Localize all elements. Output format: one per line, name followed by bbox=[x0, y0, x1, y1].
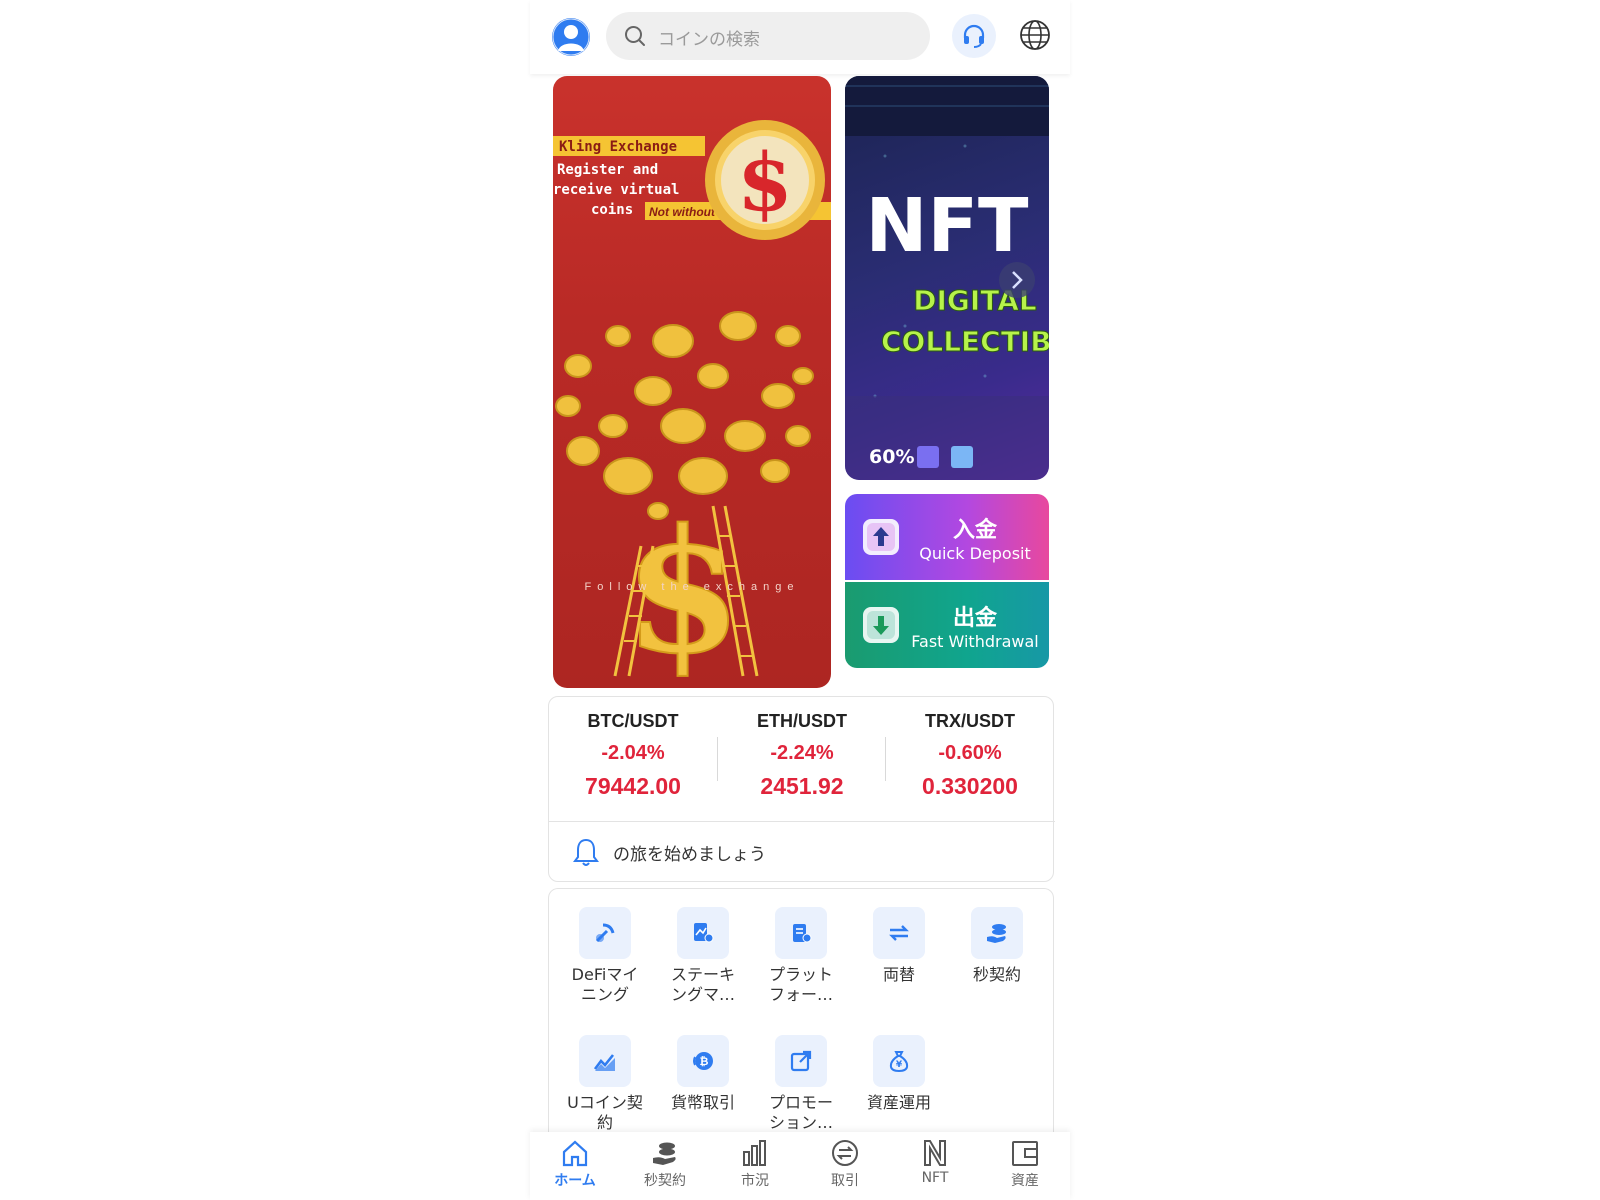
bar-chart-icon bbox=[743, 1140, 766, 1166]
top-header: コインの検索 bbox=[530, 0, 1070, 74]
seconds-contract-icon bbox=[971, 907, 1023, 959]
feature-menu-grid: DeFiマイ ニング ステーキ ングマ… プラット フォー… 両替 秒契約 Uコ… bbox=[548, 888, 1054, 1138]
menu-label: 秒契約 bbox=[972, 965, 1021, 984]
ticker-pair: BTC/USDT bbox=[587, 711, 679, 731]
quick-deposit-button[interactable]: 入金 Quick Deposit bbox=[845, 494, 1049, 580]
ticker-eth[interactable]: ETH/USDT -2.24% 2451.92 bbox=[718, 711, 886, 800]
ticker-change: -0.60% bbox=[938, 742, 1002, 764]
menu-seconds-contract[interactable]: 秒契約 bbox=[953, 907, 1041, 985]
nav-label: 秒契約 bbox=[644, 1173, 686, 1189]
bottom-nav-bar: ホーム 秒契約 市況 取引 NFT 資産 bbox=[530, 1132, 1070, 1200]
nav-label: 資産 bbox=[1011, 1173, 1039, 1189]
menu-ucoin-contract[interactable]: Uコイン契 約 bbox=[561, 1035, 649, 1133]
bell-icon bbox=[573, 838, 599, 866]
menu-platform[interactable]: プラット フォー… bbox=[757, 907, 845, 1005]
coins-hand-icon bbox=[653, 1142, 676, 1165]
ticker-price: 79442.00 bbox=[585, 773, 681, 799]
home-icon bbox=[562, 1140, 588, 1167]
ticker-price: 2451.92 bbox=[760, 773, 844, 799]
ticker-btc[interactable]: BTC/USDT -2.04% 79442.00 bbox=[549, 711, 717, 800]
nav-nft[interactable]: NFT bbox=[890, 1138, 980, 1186]
menu-exchange[interactable]: 両替 bbox=[855, 907, 943, 985]
menu-label: 資産運用 bbox=[866, 1093, 931, 1112]
menu-label: 貨幣取引 bbox=[670, 1093, 735, 1112]
notice-text: の旅を始めましょう bbox=[613, 845, 766, 865]
nav-label: ホーム bbox=[554, 1173, 596, 1189]
ticker-price: 0.330200 bbox=[922, 773, 1018, 799]
share-icon bbox=[775, 1035, 827, 1087]
banner-line4: coins bbox=[591, 202, 633, 218]
headset-icon[interactable] bbox=[952, 14, 996, 58]
ticker-change: -2.04% bbox=[601, 742, 665, 764]
banner-line2: Register and bbox=[557, 162, 658, 178]
search-input[interactable]: コインの検索 bbox=[606, 12, 930, 60]
nav-market[interactable]: 市況 bbox=[710, 1138, 800, 1190]
user-avatar-icon[interactable] bbox=[552, 18, 590, 56]
ticker-pair: ETH/USDT bbox=[757, 711, 847, 731]
nav-home[interactable]: ホーム bbox=[530, 1138, 620, 1190]
menu-label: 両替 bbox=[882, 965, 915, 984]
menu-promotion[interactable]: プロモー ション… bbox=[757, 1035, 845, 1133]
nft-title: NFT bbox=[866, 183, 1029, 269]
app-root: コインの検索 Kling Exchange Register and recei… bbox=[530, 0, 1070, 1200]
menu-label: プロモー ション… bbox=[768, 1093, 833, 1132]
menu-label: プラット フォー… bbox=[768, 965, 833, 1004]
platform-icon bbox=[775, 907, 827, 959]
nav-label: 市況 bbox=[741, 1173, 769, 1189]
trend-chart-icon bbox=[579, 1035, 631, 1087]
deposit-title: 入金 bbox=[952, 518, 997, 543]
nft-percent: 60% bbox=[869, 446, 914, 468]
mining-icon bbox=[579, 907, 631, 959]
market-ticker-card: BTC/USDT -2.04% 79442.00 ETH/USDT -2.24%… bbox=[548, 696, 1055, 882]
banner-line1: Kling Exchange bbox=[559, 139, 677, 155]
fast-withdrawal-button[interactable]: 出金 Fast Withdrawal bbox=[845, 582, 1049, 668]
upload-arrow-icon bbox=[863, 519, 899, 555]
withdraw-title: 出金 bbox=[952, 606, 997, 631]
nav-label: 取引 bbox=[831, 1173, 859, 1189]
nav-assets[interactable]: 資産 bbox=[980, 1138, 1070, 1190]
banner-footer-text: Follow the exchange bbox=[585, 581, 800, 593]
withdraw-subtitle: Fast Withdrawal bbox=[911, 632, 1039, 651]
menu-label: ステーキ ングマ… bbox=[670, 965, 735, 1004]
svg-text:¥: ¥ bbox=[896, 1060, 903, 1070]
menu-defi-mining[interactable]: DeFiマイ ニング bbox=[561, 907, 649, 1005]
search-icon bbox=[625, 26, 645, 46]
nft-icon bbox=[924, 1140, 946, 1166]
promo-banner-left[interactable]: Kling Exchange Register and receive virt… bbox=[553, 76, 831, 688]
bitcoin-icon: ₿ bbox=[677, 1035, 729, 1087]
exchange-arrows-icon bbox=[873, 907, 925, 959]
ticker-change: -2.24% bbox=[770, 742, 834, 764]
chevron-right-icon[interactable] bbox=[1009, 270, 1025, 290]
trade-icon bbox=[832, 1140, 858, 1166]
search-placeholder: コインの検索 bbox=[658, 30, 760, 50]
nft-banner[interactable]: NFT DIGITAL COLLECTIBLES 60% bbox=[845, 76, 1049, 480]
staking-icon bbox=[677, 907, 729, 959]
nft-subtitle2: COLLECTIBLES bbox=[881, 325, 1049, 358]
download-arrow-icon bbox=[863, 607, 899, 643]
deposit-subtitle: Quick Deposit bbox=[919, 544, 1031, 563]
wallet-icon bbox=[1012, 1141, 1038, 1166]
svg-text:$: $ bbox=[737, 135, 793, 229]
ticker-trx[interactable]: TRX/USDT -0.60% 0.330200 bbox=[886, 711, 1054, 800]
menu-staking[interactable]: ステーキ ングマ… bbox=[659, 907, 747, 1005]
nav-trade[interactable]: 取引 bbox=[800, 1138, 890, 1190]
menu-asset-management[interactable]: ¥ 資産運用 bbox=[855, 1035, 943, 1113]
menu-currency-trading[interactable]: ₿ 貨幣取引 bbox=[659, 1035, 747, 1113]
banner-line3: receive virtual bbox=[553, 182, 679, 198]
globe-icon[interactable] bbox=[1018, 18, 1052, 52]
notice-bar[interactable]: の旅を始めましょう bbox=[549, 821, 1055, 881]
nav-seconds-contract[interactable]: 秒契約 bbox=[620, 1138, 710, 1190]
ticker-pair: TRX/USDT bbox=[925, 711, 1015, 731]
svg-text:₿: ₿ bbox=[700, 1055, 709, 1068]
money-bag-icon: ¥ bbox=[873, 1035, 925, 1087]
nav-label: NFT bbox=[921, 1170, 949, 1186]
menu-label: DeFiマイ ニング bbox=[571, 965, 639, 1004]
menu-label: Uコイン契 約 bbox=[567, 1093, 643, 1132]
